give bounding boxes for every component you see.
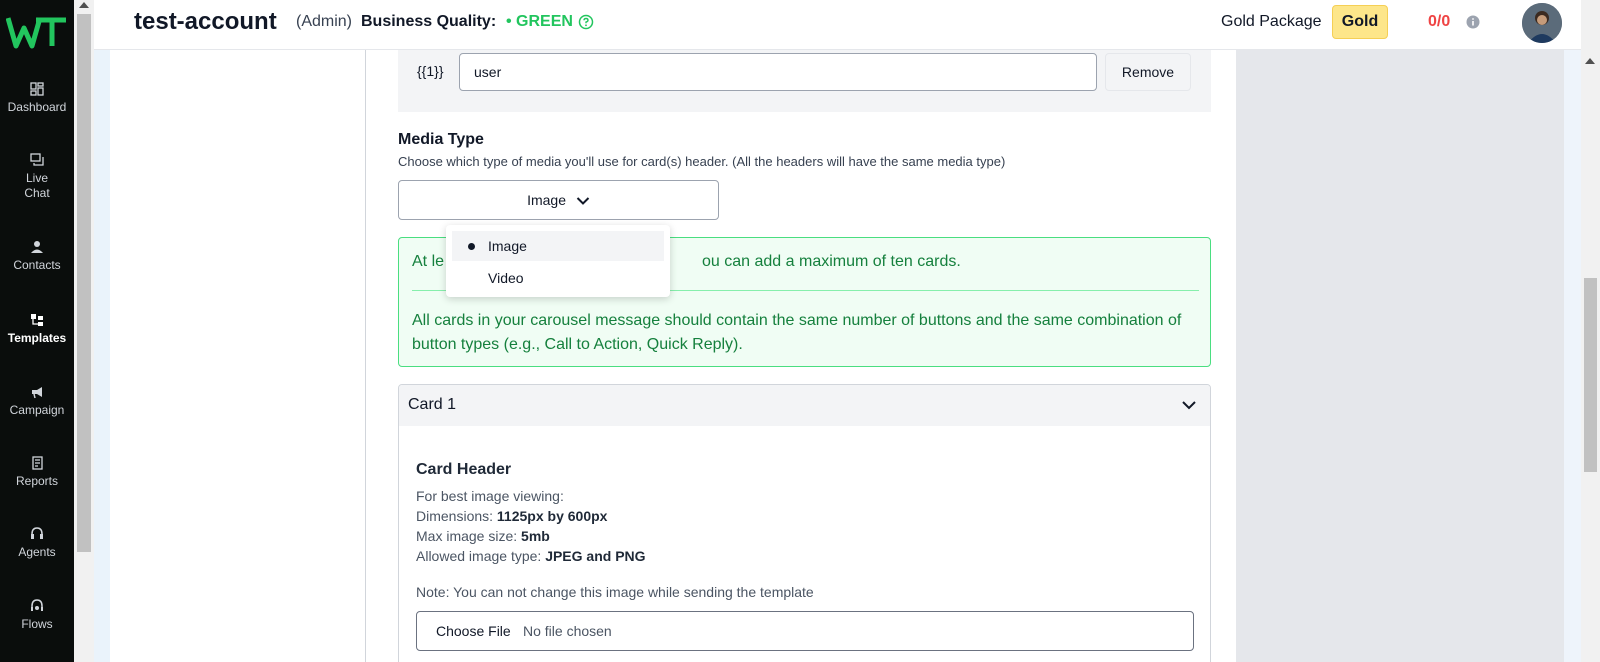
app-logo[interactable] [5,14,68,50]
sidebar-item-label: Live Chat [24,171,50,200]
column-divider [365,0,366,662]
scrollbar-thumb[interactable] [77,14,91,552]
chat-icon [30,153,44,166]
allowed-type-line: Allowed image type: JPEG and PNG [416,548,646,564]
sidebar-item-reports[interactable]: Reports [0,456,74,489]
alert-line-1-end: ou can add a maximum of ten cards. [702,253,961,270]
package-label: Gold Package [1221,13,1322,30]
sidebar-item-label: Contacts [13,258,61,272]
chevron-down-icon [576,197,590,206]
media-type-select[interactable]: Image [398,180,719,220]
media-type-dropdown: Image Video [446,225,670,297]
max-size-value: 5mb [521,528,550,544]
sidebar-item-agents[interactable]: Agents [0,527,74,560]
headset-icon [31,527,43,539]
usage-count: 0/0 [1428,13,1451,30]
package-badge[interactable]: Gold [1332,5,1388,39]
business-quality-label: Business Quality: [361,13,497,30]
right-gutter [1564,0,1581,662]
dashboard-icon [30,82,44,96]
choose-file-button[interactable]: Choose File [436,612,511,650]
content-gutter [94,0,110,662]
account-role: (Admin) [296,13,353,30]
sidebar-item-flows[interactable]: Flows [0,599,74,632]
media-type-option-video[interactable]: Video [452,263,664,293]
sidebar-item-live-chat[interactable]: Live Chat [0,153,74,201]
user-avatar[interactable] [1522,3,1562,43]
dimensions-label: Dimensions: [416,508,494,524]
allowed-type-label: Allowed image type: [416,548,542,564]
sidebar-scrollbar[interactable] [74,0,94,662]
image-note: Note: You can not change this image whil… [416,584,814,600]
sidebar-item-label: Templates [7,331,67,345]
sidebar-item-dashboard[interactable]: Dashboard [0,82,74,115]
sidebar-item-label: Flows [21,617,53,631]
card-header-toggle[interactable]: Card 1 [399,385,1210,426]
scroll-up-arrow-icon[interactable] [1585,58,1595,64]
sidebar-item-label: Agents [18,545,56,559]
sidebar-item-label: Reports [15,474,59,488]
business-quality-status: • GREEN [506,13,573,30]
alert-line-2: All cards in your carousel message shoul… [412,312,1182,353]
remove-button[interactable]: Remove [1105,53,1191,91]
megaphone-icon [32,387,42,399]
media-type-selected: Image [527,192,567,208]
help-circle-icon[interactable] [578,14,594,35]
allowed-type-value: JPEG and PNG [545,548,646,564]
card-title: Card 1 [408,396,457,413]
account-name: test-account [134,8,277,35]
media-type-option-image[interactable]: Image [452,231,664,261]
sidebar-item-label: Campaign [9,403,65,417]
scroll-up-arrow-icon[interactable] [79,2,89,8]
carousel-card: Card 1 Card Header For best image viewin… [398,384,1211,662]
variable-label: {{1}} [417,63,444,79]
top-header: test-account (Admin) Business Quality: •… [94,0,1581,50]
reports-icon [32,456,43,470]
best-viewing-text: For best image viewing: [416,488,564,504]
media-type-title: Media Type [398,131,484,148]
card-header-title: Card Header [416,461,512,478]
sidebar: Dashboard Live Chat Contacts Templates C… [0,0,74,662]
option-label: Image [488,238,527,254]
contacts-icon [31,241,43,253]
dimensions-value: 1125px by 600px [496,508,608,524]
max-size-label: Max image size: [416,528,518,544]
selected-bullet-icon [468,243,475,250]
sidebar-item-campaign[interactable]: Campaign [0,385,74,418]
preview-panel [1236,0,1564,662]
templates-icon [31,314,43,326]
file-status: No file chosen [523,623,612,639]
page-scrollbar[interactable] [1581,0,1600,662]
sidebar-item-label: Dashboard [7,100,67,114]
info-icon[interactable] [1466,15,1480,34]
alert-line-1-start: At le [412,253,445,270]
max-size-line: Max image size: 5mb [416,528,550,544]
chevron-down-icon[interactable] [1181,398,1197,416]
sidebar-item-contacts[interactable]: Contacts [0,240,74,273]
file-input[interactable]: Choose File No file chosen [416,611,1194,651]
flows-icon [31,599,43,611]
sidebar-item-templates[interactable]: Templates [0,299,74,351]
media-type-description: Choose which type of media you'll use fo… [398,154,1006,169]
variable-value-input[interactable]: user [459,53,1097,91]
scrollbar-thumb[interactable] [1584,278,1597,472]
dimensions-line: Dimensions: 1125px by 600px [416,508,607,524]
option-label: Video [488,270,524,286]
